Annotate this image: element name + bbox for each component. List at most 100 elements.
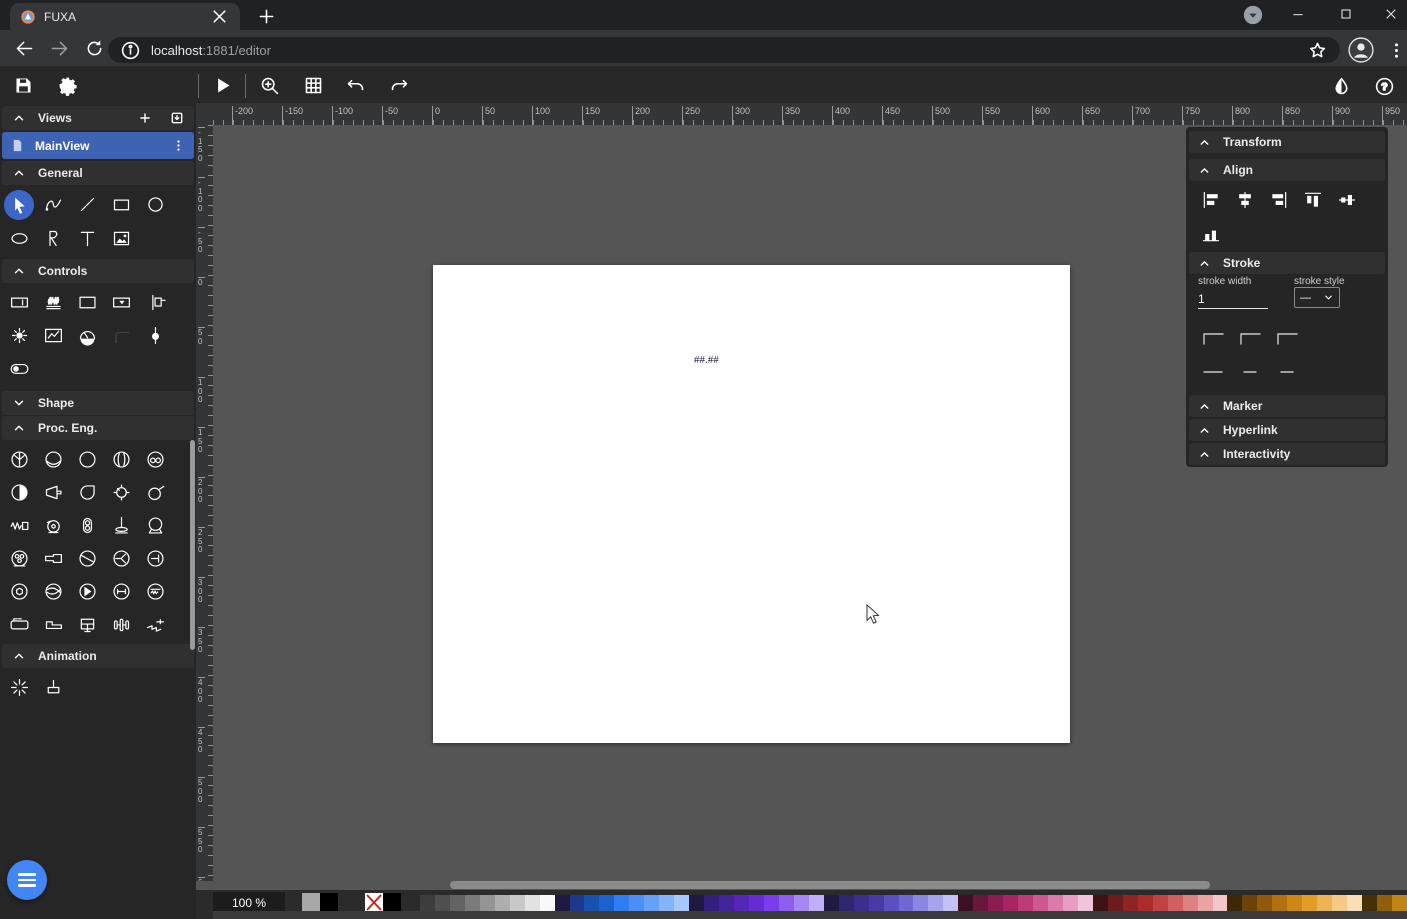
tool-separator[interactable] (138, 509, 172, 542)
section-header-align[interactable]: Align (1189, 159, 1385, 181)
tool-tank-horizontal[interactable] (2, 608, 36, 641)
grid-toggle-button[interactable] (298, 71, 328, 101)
palette-swatch[interactable] (1242, 895, 1258, 911)
palette-swatch[interactable] (1391, 895, 1407, 911)
palette-swatch[interactable] (524, 895, 540, 911)
tool-align-top[interactable] (1296, 189, 1330, 211)
zoom-in-button[interactable] (254, 71, 284, 101)
palette-swatch[interactable] (689, 895, 705, 911)
tool-path-shape[interactable] (36, 222, 70, 255)
address-bar[interactable]: localhost:1881/editor (108, 37, 1340, 63)
tool-pipe[interactable] (104, 319, 138, 352)
tool-join-bevel[interactable] (1270, 327, 1304, 349)
no-fill-swatch[interactable] (365, 893, 383, 912)
tool-align-center-vertical[interactable] (1228, 189, 1262, 211)
redo-button[interactable] (384, 71, 414, 101)
browser-menu-icon[interactable] (1386, 40, 1407, 61)
menu-fab-button[interactable] (7, 860, 47, 900)
reload-icon[interactable] (84, 38, 105, 59)
palette-swatch[interactable] (420, 895, 435, 911)
palette-swatch[interactable] (838, 895, 854, 911)
tool-half-circle[interactable] (2, 476, 36, 509)
palette-swatch[interactable] (988, 895, 1004, 911)
window-minimize-button[interactable] (1288, 4, 1308, 24)
bookmark-star-icon[interactable] (1307, 40, 1328, 61)
tool-align-bottom[interactable] (1194, 223, 1228, 245)
palette-swatch[interactable] (1182, 895, 1198, 911)
tool-agitator[interactable] (104, 509, 138, 542)
forward-icon[interactable] (49, 38, 70, 59)
tool-converter[interactable] (104, 476, 138, 509)
tool-centrifugal-fan[interactable] (36, 509, 70, 542)
section-header-marker[interactable]: Marker (1189, 395, 1385, 417)
palette-swatch[interactable] (868, 895, 884, 911)
palette-swatch[interactable] (1287, 895, 1303, 911)
tool-hopper[interactable] (36, 476, 70, 509)
back-icon[interactable] (14, 38, 35, 59)
tool-align-middle-horizontal[interactable] (1330, 189, 1364, 211)
palette-swatch[interactable] (554, 895, 570, 911)
theme-invert-icon[interactable] (1326, 71, 1356, 101)
tool-gauge[interactable] (70, 319, 104, 352)
palette-swatch[interactable] (434, 895, 450, 911)
tool-wave-exchanger[interactable] (36, 575, 70, 608)
palette-swatch[interactable] (1347, 895, 1363, 911)
palette-swatch[interactable] (734, 895, 749, 911)
add-view-icon[interactable] (138, 111, 152, 125)
window-maximize-button[interactable] (1336, 4, 1356, 24)
tool-tank-arcs[interactable] (104, 443, 138, 476)
palette-swatch[interactable] (958, 895, 974, 911)
palette-swatch[interactable] (913, 895, 929, 911)
palette-swatch[interactable] (808, 895, 824, 911)
tool-line[interactable] (70, 188, 104, 221)
tool-circle[interactable] (138, 188, 172, 221)
tool-align-left[interactable] (1194, 189, 1228, 211)
profile-avatar[interactable] (1348, 37, 1374, 63)
tool-double-vessel[interactable] (70, 509, 104, 542)
palette-swatch[interactable] (719, 895, 735, 911)
stroke-style-select[interactable]: — (1294, 287, 1340, 308)
palette-swatch[interactable] (1197, 895, 1213, 911)
palette-swatch[interactable] (674, 895, 690, 911)
browser-tab[interactable]: FUXA (10, 3, 240, 30)
fill-color-swatch[interactable] (302, 893, 320, 912)
tool-join-round[interactable] (1233, 327, 1267, 349)
tool-valve-circle[interactable] (138, 542, 172, 575)
sidebar-scrollbar[interactable] (190, 440, 195, 650)
tool-cone-crusher[interactable] (70, 575, 104, 608)
site-info-icon[interactable] (120, 40, 141, 61)
palette-swatch[interactable] (659, 895, 675, 911)
palette-swatch[interactable] (748, 895, 764, 911)
palette-swatch[interactable] (599, 895, 615, 911)
tool-chart[interactable] (36, 319, 70, 352)
palette-swatch[interactable] (584, 895, 600, 911)
palette-swatch[interactable] (644, 895, 660, 911)
section-header-animation[interactable]: Animation (2, 644, 194, 668)
section-header-controls[interactable]: Controls (2, 259, 194, 283)
view-menu-kebab-icon[interactable] (171, 138, 186, 153)
tool-select[interactable] (104, 286, 138, 319)
tool-mixer-chord[interactable] (70, 542, 104, 575)
tool-screw-conveyor[interactable] (138, 608, 172, 641)
media-control-icon[interactable] (1242, 4, 1264, 26)
tool-rotary-valve[interactable] (2, 443, 36, 476)
tool-iframe[interactable] (138, 286, 172, 319)
tool-input-box[interactable] (2, 286, 36, 319)
section-header-shape[interactable]: Shape (2, 391, 194, 415)
section-header-hyperlink[interactable]: Hyperlink (1189, 419, 1385, 441)
settings-gear-icon[interactable] (52, 71, 82, 101)
stroke-width-input[interactable] (1198, 290, 1268, 309)
palette-swatch[interactable] (943, 895, 959, 911)
palette-swatch[interactable] (1227, 895, 1243, 911)
undo-button[interactable] (340, 71, 370, 101)
canvas-value-placeholder[interactable]: ##.## (694, 354, 719, 366)
new-tab-button[interactable] (256, 6, 277, 27)
tool-pointer[interactable] (4, 190, 34, 220)
palette-swatch[interactable] (1257, 895, 1273, 911)
tool-panel[interactable] (70, 286, 104, 319)
tool-extender[interactable] (104, 575, 138, 608)
no-stroke-swatch[interactable] (383, 893, 401, 912)
tool-rectangle[interactable] (104, 188, 138, 221)
tool-blower[interactable] (70, 476, 104, 509)
tool-spinner[interactable] (2, 671, 36, 704)
